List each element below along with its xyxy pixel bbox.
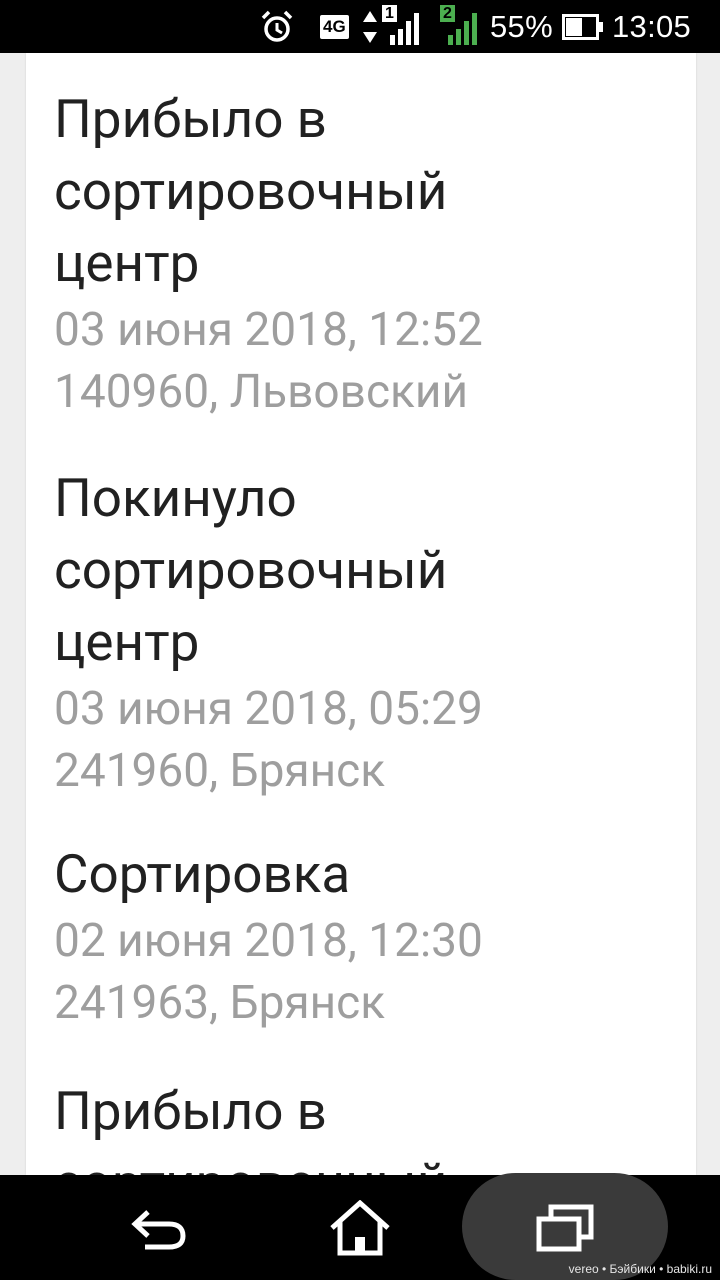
home-icon [330, 1199, 390, 1255]
home-button[interactable] [310, 1175, 410, 1280]
recents-icon [536, 1204, 594, 1251]
back-icon [131, 1209, 186, 1249]
tracking-event: Сортировка 02 июня 2018, 12:30 241963, Б… [54, 838, 696, 1034]
event-status: Прибыло в сортировочный центр [54, 88, 448, 294]
event-status: Сортировка [54, 843, 351, 905]
back-button[interactable] [110, 1175, 210, 1280]
network-type-badge: 4G [320, 0, 349, 53]
tracking-event: Прибыло в сортировочный центр 03 июня 20… [54, 83, 696, 423]
event-location: 241963, Брянск [54, 976, 386, 1030]
event-location: 140960, Львовский [54, 365, 468, 419]
sim2-signal-icon: 2 [438, 0, 480, 53]
event-status: Прибыло в сортировочный центр [54, 1080, 447, 1175]
tracking-event: Прибыло в сортировочный центр [54, 1075, 696, 1175]
clock-time: 13:05 [612, 8, 692, 44]
battery-percent: 55% [490, 8, 553, 44]
watermark: vereo • Бэйбики • babiki.ru [568, 1262, 712, 1276]
event-datetime: 03 июня 2018, 05:29 [54, 682, 483, 736]
tracking-event: Покинуло сортировочный центр 03 июня 201… [54, 462, 696, 802]
event-location: 241960, Брянск [54, 744, 386, 798]
data-arrows-icon [362, 0, 378, 53]
event-status: Покинуло сортировочный центр [54, 467, 448, 673]
status-bar: 4G 1 2 55% 13:05 [0, 0, 720, 53]
alarm-icon [260, 0, 294, 53]
event-datetime: 02 июня 2018, 12:30 [54, 914, 483, 968]
tracking-history-list: Прибыло в сортировочный центр 03 июня 20… [26, 53, 696, 1175]
battery-icon [562, 0, 604, 53]
event-datetime: 03 июня 2018, 12:52 [54, 303, 483, 357]
sim1-signal-icon: 1 [380, 0, 422, 53]
